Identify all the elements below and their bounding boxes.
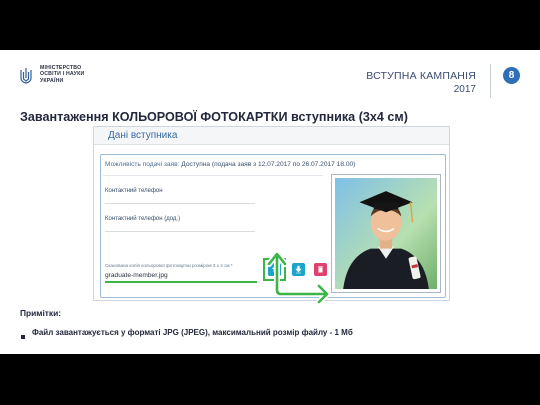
notes-heading: Примітки:: [20, 308, 62, 318]
extra-phone-input[interactable]: [105, 231, 255, 232]
ministry-line: ОСВІТИ І НАУКИ: [40, 71, 85, 78]
page-title: Завантаження КОЛЬОРОВОЇ ФОТОКАРТКИ вступ…: [20, 110, 408, 124]
slide: МІНІСТЕРСТВО ОСВІТИ І НАУКИ УКРАЇНИ ВСТУ…: [0, 50, 540, 354]
availability-value: Доступна (подача заяв з 12.07.2017 по 26…: [181, 161, 356, 168]
ministry-line: УКРАЇНИ: [40, 77, 64, 84]
extra-phone-label: Контактний телефон (дод.): [105, 216, 181, 222]
campaign-title: ВСТУПНА КАМПАНІЯ: [366, 70, 476, 82]
header-divider: [490, 64, 491, 98]
panel-title: Дані вступника: [94, 127, 449, 145]
page-number-badge: 8: [503, 67, 520, 84]
note-item: Файл завантажується у форматі JPG (JPEG)…: [32, 328, 353, 337]
phone-input[interactable]: [105, 203, 255, 204]
uploaded-file-name: graduate-member.jpg: [105, 272, 168, 279]
availability-label: Можливість подачі заяв:: [105, 161, 180, 168]
ministry-name: МІНІСТЕРСТВО ОСВІТИ І НАУКИ УКРАЇНИ: [40, 65, 84, 84]
campaign-year: 2017: [453, 84, 476, 95]
file-highlight-underline: [105, 281, 257, 283]
trident-logo-icon: [20, 68, 32, 84]
bullet-marker: [21, 335, 25, 339]
photo-upload-label: Сканована копія кольорової фотокартки ро…: [105, 263, 233, 268]
availability-status: Можливість подачі заяв: Доступна (подача…: [105, 161, 355, 168]
applicant-photo-frame: [331, 174, 441, 293]
graduate-photo: [335, 178, 437, 289]
phone-label: Контактний телефон: [105, 188, 163, 194]
divider: [103, 175, 323, 176]
